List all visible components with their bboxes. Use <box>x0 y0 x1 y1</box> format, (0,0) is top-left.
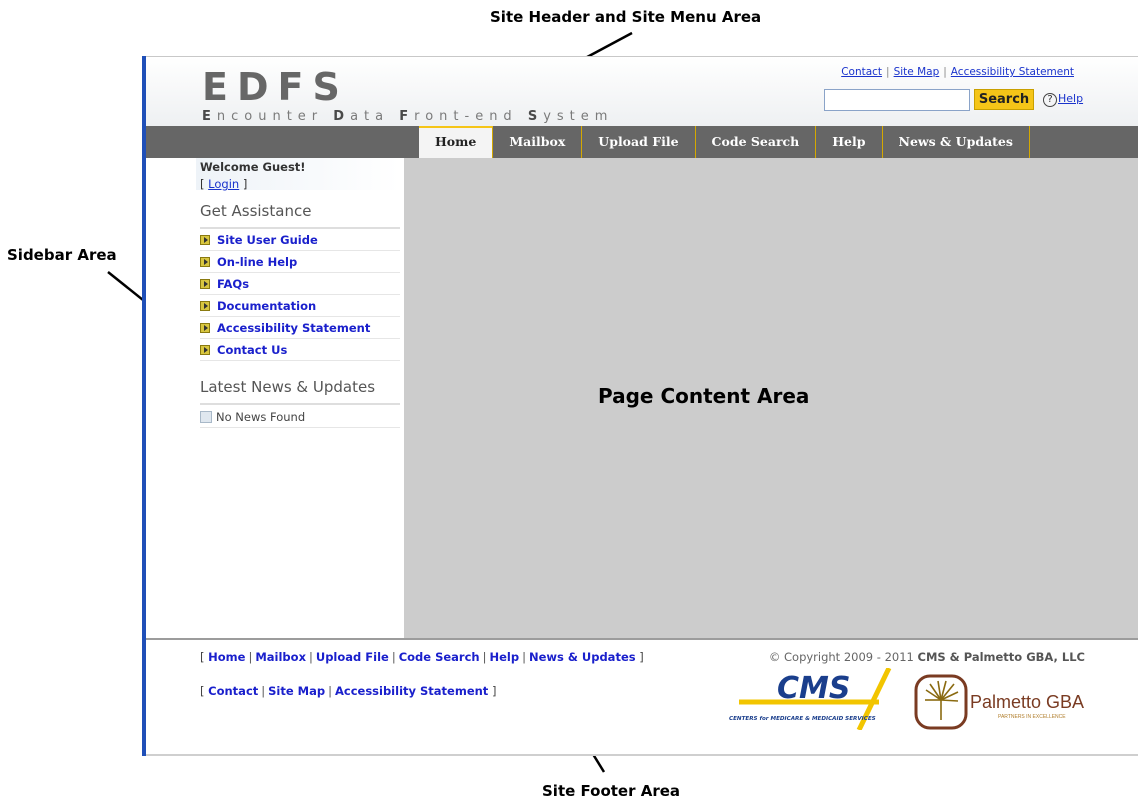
nav-news-updates[interactable]: News & Updates <box>883 126 1030 158</box>
welcome-text: Welcome Guest! <box>200 160 306 174</box>
arrow-bullet-icon <box>200 235 210 245</box>
arrow-bullet-icon <box>200 257 210 267</box>
header-sitemap-link[interactable]: Site Map <box>894 66 940 78</box>
sidebar: Welcome Guest! [ Login ] Get Assistance … <box>146 158 404 638</box>
footer-link-home[interactable]: Home <box>208 650 245 664</box>
arrow-bullet-icon <box>200 279 210 289</box>
svg-text:CMS: CMS <box>777 671 850 706</box>
page-content-area: Page Content Area <box>404 158 1138 638</box>
footer-nav-links: [ Home | Mailbox | Upload File | Code Search | H… <box>200 650 644 664</box>
footer-link-news-updates[interactable]: News & Updates <box>529 650 636 664</box>
footer-link-upload-file[interactable]: Upload File <box>316 650 389 664</box>
svg-text:PARTNERS IN EXCELLENCE: PARTNERS IN EXCELLENCE <box>998 714 1066 720</box>
help-icon: ? <box>1043 93 1057 107</box>
footer-link-contact[interactable]: Contact <box>208 684 258 698</box>
assistance-heading: Get Assistance <box>200 202 312 220</box>
nav-help[interactable]: Help <box>816 126 883 158</box>
nav-code-search[interactable]: Code Search <box>696 126 817 158</box>
sidebar-item-online-help[interactable]: On-line Help <box>200 251 400 273</box>
sidebar-item-accessibility-statement[interactable]: Accessibility Statement <box>200 317 400 339</box>
header-help-link[interactable]: ? Help <box>1043 92 1083 107</box>
sidebar-item-documentation[interactable]: Documentation <box>200 295 400 317</box>
news-divider <box>200 403 400 405</box>
footer-link-site-map[interactable]: Site Map <box>268 684 325 698</box>
arrow-bullet-icon <box>200 323 210 333</box>
nav-upload-file[interactable]: Upload File <box>582 126 696 158</box>
search-input[interactable] <box>824 89 970 111</box>
sidebar-item-site-user-guide[interactable]: Site User Guide <box>200 229 400 251</box>
header-utility-links: Contact | Site Map | Accessibility Statement <box>841 66 1074 78</box>
footer-link-accessibility[interactable]: Accessibility Statement <box>335 684 488 698</box>
nav-home[interactable]: Home <box>419 126 494 158</box>
arrow-bullet-icon <box>200 345 210 355</box>
assistance-list: Site User Guide On-line Help FAQs Docume… <box>200 229 400 361</box>
content-area-callout: Page Content Area <box>598 384 810 408</box>
footer-link-mailbox[interactable]: Mailbox <box>255 650 306 664</box>
svg-text:Palmetto GBA: Palmetto GBA <box>970 692 1084 712</box>
sidebar-item-faqs[interactable]: FAQs <box>200 273 400 295</box>
main-nav: Home Mailbox Upload File Code Search Hel… <box>419 126 1030 158</box>
svg-text:CENTERS for MEDICARE & MEDICAI: CENTERS for MEDICARE & MEDICAID SERVICES <box>729 716 876 722</box>
site-header: EDFS Encounter Data Front-end System Con… <box>146 56 1138 126</box>
site-logo[interactable]: EDFS <box>202 65 349 109</box>
header-contact-link[interactable]: Contact <box>841 66 882 78</box>
site-footer: [ Home | Mailbox | Upload File | Code Search | H… <box>146 638 1138 756</box>
site-frame: EDFS Encounter Data Front-end System Con… <box>142 56 1138 756</box>
login-row: [ Login ] <box>200 177 248 191</box>
site-menu-bar: Home Mailbox Upload File Code Search Hel… <box>146 126 1138 158</box>
palmetto-gba-logo: Palmetto GBA PARTNERS IN EXCELLENCE <box>914 674 1084 730</box>
nav-mailbox[interactable]: Mailbox <box>493 126 583 158</box>
copyright-text: © Copyright 2009 - 2011 CMS & Palmetto G… <box>768 650 1085 664</box>
cms-logo: CMS CENTERS for MEDICARE & MEDICAID SERV… <box>729 668 892 730</box>
footer-link-code-search[interactable]: Code Search <box>399 650 480 664</box>
news-empty-item: No News Found <box>200 406 400 428</box>
header-accessibility-link[interactable]: Accessibility Statement <box>951 66 1074 78</box>
sidebar-item-contact-us[interactable]: Contact Us <box>200 339 400 361</box>
footer-link-help[interactable]: Help <box>489 650 519 664</box>
arrow-bullet-icon <box>200 301 210 311</box>
footer-utility-links: [ Contact | Site Map | Accessibility Stateme… <box>200 684 497 698</box>
login-link[interactable]: Login <box>208 177 239 191</box>
site-tagline: Encounter Data Front-end System <box>202 109 614 124</box>
search-button[interactable]: Search <box>974 89 1034 110</box>
news-heading: Latest News & Updates <box>200 378 376 396</box>
news-calendar-icon <box>200 411 212 423</box>
